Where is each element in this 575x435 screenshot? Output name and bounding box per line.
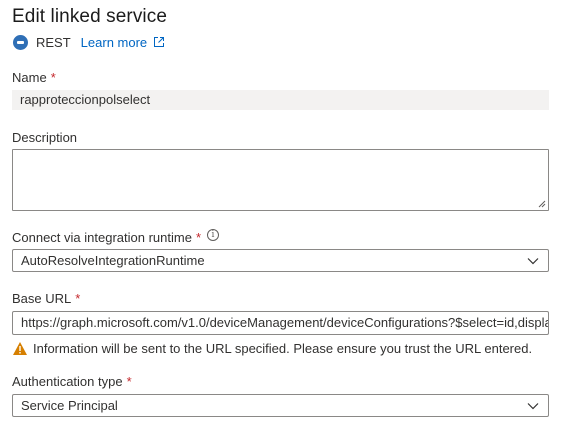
panel-title: Edit linked service — [12, 6, 168, 27]
auth-type-required-marker: * — [126, 374, 132, 389]
description-label: Description — [12, 130, 78, 145]
base-url-label-text: Base URL — [12, 291, 72, 306]
base-url-input[interactable]: https://graph.microsoft.com/v1.0/deviceM… — [12, 311, 549, 335]
name-required-marker: * — [50, 70, 56, 85]
edit-linked-service-panel: Edit linked service REST Learn more Name… — [0, 0, 575, 435]
name-field: rapproteccionpolselect — [12, 90, 549, 110]
learn-more-link[interactable]: Learn more — [81, 35, 165, 50]
info-icon[interactable]: i — [207, 228, 219, 241]
chevron-down-icon — [527, 258, 539, 265]
auth-type-selected: Service Principal — [21, 398, 118, 413]
rest-service-icon — [13, 34, 28, 50]
integration-runtime-label-text: Connect via integration runtime — [12, 230, 192, 245]
base-url-label: Base URL * — [12, 291, 80, 306]
chevron-down-icon — [527, 403, 539, 410]
base-url-warning: Information will be sent to the URL spec… — [12, 339, 532, 357]
integration-runtime-required-marker: * — [195, 230, 201, 245]
auth-type-label-text: Authentication type — [12, 374, 123, 389]
integration-runtime-label: Connect via integration runtime * i — [12, 228, 219, 245]
resize-grip-icon[interactable] — [538, 200, 546, 208]
warning-icon — [13, 341, 27, 355]
base-url-required-marker: * — [75, 291, 81, 306]
description-textarea[interactable] — [12, 149, 549, 211]
integration-runtime-selected: AutoResolveIntegrationRuntime — [21, 253, 205, 268]
integration-runtime-select[interactable]: AutoResolveIntegrationRuntime — [12, 249, 549, 272]
learn-more-label: Learn more — [80, 34, 148, 50]
external-link-icon — [154, 37, 165, 47]
name-label-text: Name — [12, 70, 47, 85]
warning-text: Information will be sent to the URL spec… — [33, 340, 533, 356]
auth-type-select[interactable]: Service Principal — [12, 394, 549, 417]
service-type-row: REST Learn more — [13, 34, 165, 50]
name-label: Name * — [12, 70, 56, 85]
auth-type-label: Authentication type * — [12, 374, 132, 389]
service-type-label: REST — [36, 34, 71, 50]
